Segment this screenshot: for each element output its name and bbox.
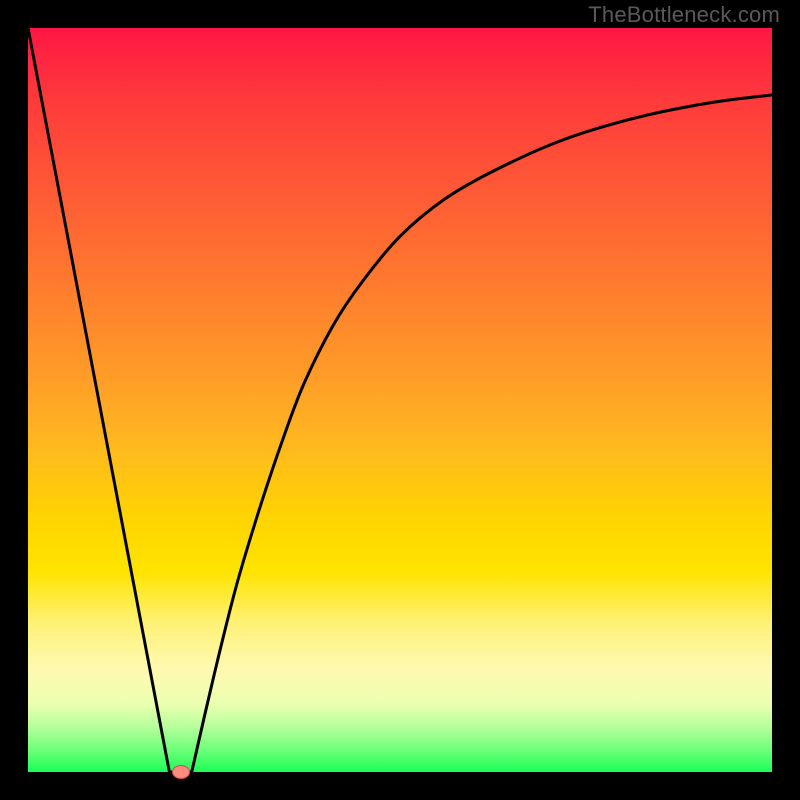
optimal-point-marker xyxy=(172,765,190,779)
curve-left-leg xyxy=(28,28,192,772)
chart-frame: TheBottleneck.com xyxy=(0,0,800,800)
bottleneck-curve xyxy=(28,28,772,772)
curve-right-leg xyxy=(192,95,772,772)
watermark-text: TheBottleneck.com xyxy=(588,2,780,28)
